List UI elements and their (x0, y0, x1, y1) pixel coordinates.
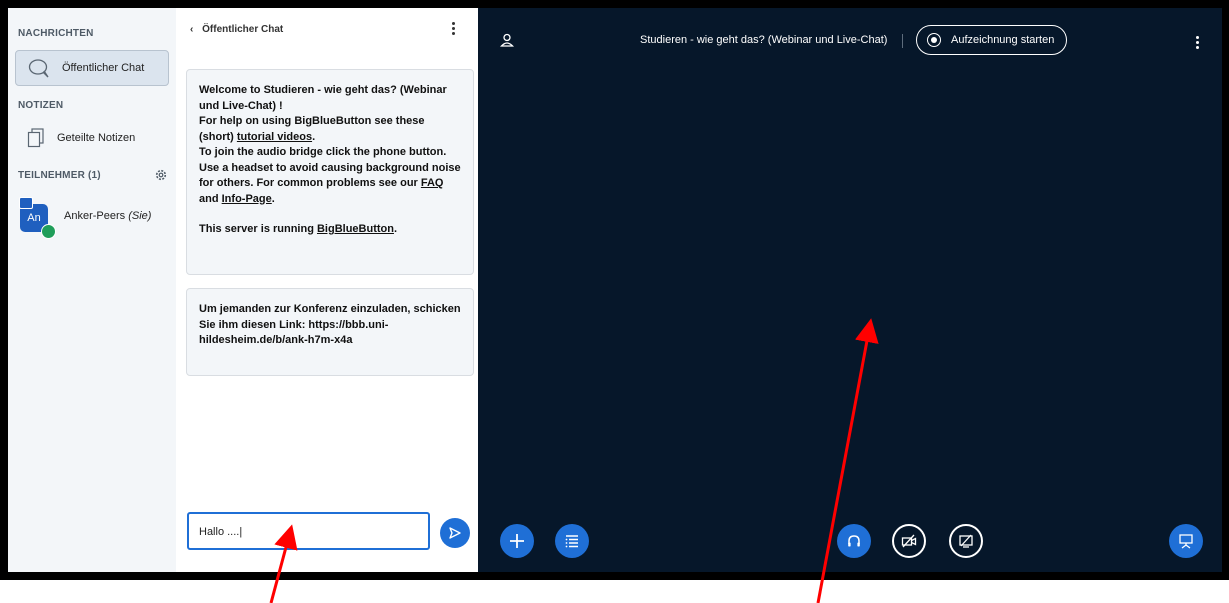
help-end: . (312, 130, 316, 143)
record-label: Aufzeichnung starten (951, 34, 1055, 46)
bigbluebutton-link[interactable]: BigBlueButton (317, 223, 394, 235)
user-icon[interactable] (500, 33, 514, 47)
participants-section-title: TEILNEHMER (1) (18, 170, 101, 181)
presenter-icon (19, 197, 33, 209)
info-page-link[interactable]: Info-Page (222, 193, 272, 205)
join-audio-button[interactable] (837, 524, 871, 558)
invite-message: Um jemanden zur Konferenz einzuladen, sc… (186, 288, 474, 376)
list-icon (565, 535, 578, 548)
screenshare-toggle-button[interactable] (949, 524, 983, 558)
audio-status-icon (41, 224, 56, 239)
chat-input-value: Hallo ....| (199, 526, 243, 538)
chat-message-input[interactable]: Hallo ....| (187, 512, 430, 550)
title-divider (902, 34, 903, 48)
camera-off-icon (901, 534, 917, 548)
and-text: and (199, 192, 222, 205)
sidebar-item-shared-notes[interactable]: Geteilte Notizen (15, 120, 169, 156)
chat-panel: ‹ Öffentlicher Chat Welcome to Studieren… (176, 8, 478, 572)
welcome-line: Welcome to Studieren - wie geht das? (We… (199, 84, 447, 112)
record-icon (927, 33, 941, 47)
participant-name-text: Anker-Peers (64, 210, 126, 222)
headphones-icon (848, 535, 860, 547)
presentation-icon (1179, 534, 1193, 549)
restore-presentation-button[interactable] (1169, 524, 1203, 558)
notes-icon (27, 128, 44, 148)
welcome-message: Welcome to Studieren - wie geht das? (We… (186, 69, 474, 275)
audio-line: To join the audio bridge click the phone… (199, 145, 461, 207)
start-recording-button[interactable]: Aufzeichnung starten (916, 25, 1067, 55)
chevron-left-icon: ‹ (190, 24, 194, 35)
app-window: NACHRICHTEN Öffentlicher Chat NOTIZEN Ge… (8, 8, 1222, 572)
notes-section-title: NOTIZEN (18, 100, 64, 111)
screenshare-off-icon (959, 534, 973, 548)
avatar-initials: An (27, 212, 41, 224)
main-options-icon[interactable] (1196, 36, 1199, 51)
audio-end: . (271, 192, 275, 205)
invite-text: Um jemanden zur Konferenz einzuladen, sc… (199, 303, 461, 346)
send-icon (449, 527, 461, 539)
server-end: . (393, 223, 398, 235)
camera-toggle-button[interactable] (892, 524, 926, 558)
polls-list-button[interactable] (555, 524, 589, 558)
shared-notes-label: Geteilte Notizen (57, 132, 136, 144)
chat-header-label: Öffentlicher Chat (202, 24, 284, 35)
faq-link[interactable]: FAQ (421, 177, 444, 189)
messages-section-title: NACHRICHTEN (18, 28, 94, 39)
chat-options-icon[interactable] (452, 22, 456, 37)
user-list-panel: NACHRICHTEN Öffentlicher Chat NOTIZEN Ge… (8, 8, 177, 572)
chat-icon (28, 59, 49, 78)
actions-plus-button[interactable] (500, 524, 534, 558)
tutorial-videos-link[interactable]: tutorial videos (237, 131, 312, 143)
send-button[interactable] (440, 518, 470, 548)
presentation-area: Studieren - wie geht das? (Webinar und L… (478, 8, 1222, 572)
sidebar-item-public-chat[interactable]: Öffentlicher Chat (15, 50, 169, 86)
plus-icon (510, 534, 524, 548)
participant-you-suffix: (Sie) (128, 210, 152, 222)
window-frame: NACHRICHTEN Öffentlicher Chat NOTIZEN Ge… (0, 0, 1229, 580)
meeting-title: Studieren - wie geht das? (Webinar und L… (640, 34, 888, 46)
participant-name: Anker-Peers (Sie) (64, 210, 151, 222)
gear-icon[interactable] (154, 168, 168, 182)
server-text: This server is running (199, 223, 317, 235)
help-line: For help on using BigBlueButton see thes… (199, 114, 461, 145)
public-chat-label: Öffentlicher Chat (62, 62, 145, 74)
chat-back-button[interactable]: ‹ Öffentlicher Chat (190, 24, 283, 35)
server-line: This server is running BigBlueButton. (199, 222, 461, 238)
